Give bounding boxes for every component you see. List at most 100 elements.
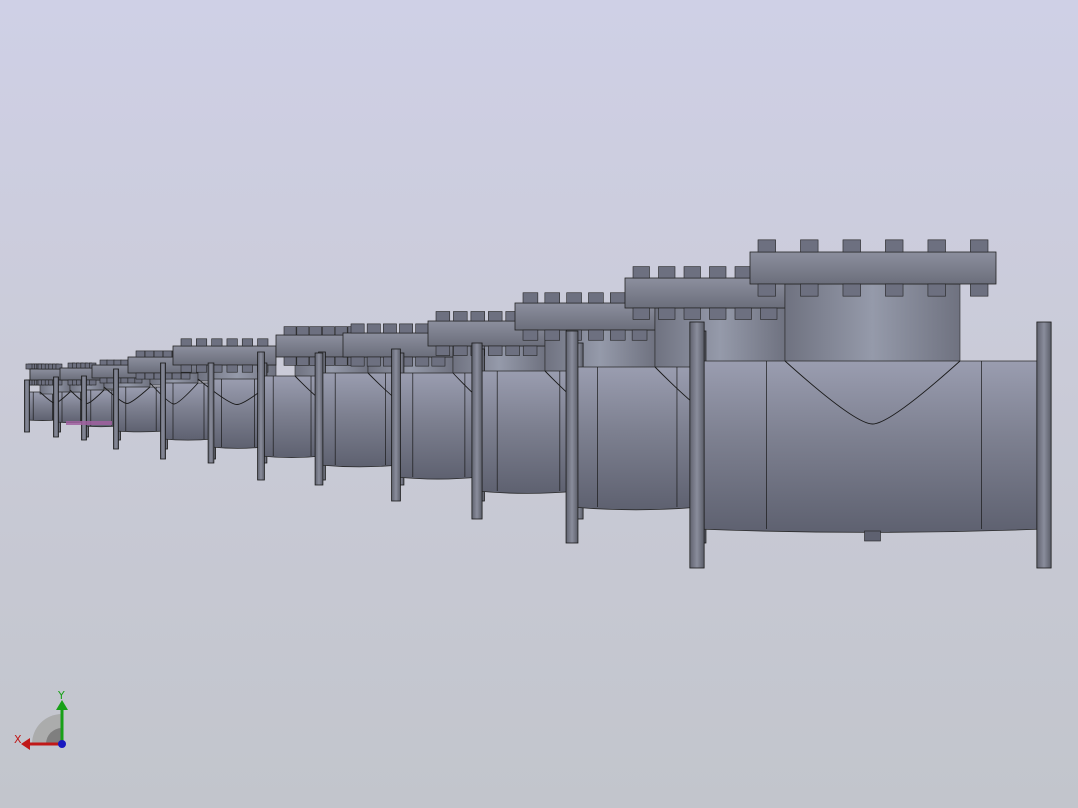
bolt-top[interactable] — [734, 266, 752, 279]
bolt-bottom[interactable] — [241, 364, 253, 373]
bolt-top[interactable] — [120, 359, 129, 366]
valve-body[interactable] — [571, 366, 701, 511]
bolt-top[interactable] — [113, 359, 122, 366]
bolt-bottom[interactable] — [180, 364, 192, 373]
inlet-flange[interactable] — [391, 348, 401, 502]
bolt-top[interactable] — [566, 292, 582, 304]
bolt-top[interactable] — [544, 292, 560, 304]
bolt-top[interactable] — [257, 338, 269, 347]
bolt-top[interactable] — [25, 363, 33, 370]
bolt-bottom[interactable] — [135, 372, 146, 380]
bolt-bottom[interactable] — [296, 356, 310, 366]
bolt-bottom[interactable] — [127, 377, 136, 384]
bolt-bottom[interactable] — [683, 307, 701, 320]
bolt-bottom[interactable] — [415, 356, 430, 367]
bolt-top[interactable] — [162, 350, 173, 358]
bolt-bottom[interactable] — [544, 329, 560, 341]
bolt-top[interactable] — [757, 239, 776, 253]
bolt-top[interactable] — [709, 266, 727, 279]
bolt-bottom[interactable] — [885, 283, 904, 297]
bolt-bottom[interactable] — [171, 372, 182, 380]
bolt-top[interactable] — [99, 359, 108, 366]
inlet-flange[interactable] — [53, 376, 59, 438]
bolt-top[interactable] — [632, 266, 650, 279]
graphics-viewport[interactable]: Y X — [0, 0, 1078, 808]
bolt-top[interactable] — [970, 239, 989, 253]
bolt-bottom[interactable] — [709, 307, 727, 320]
outlet-flange[interactable] — [1036, 321, 1052, 569]
inlet-flange[interactable] — [565, 330, 579, 544]
bolt-top[interactable] — [180, 338, 192, 347]
valve-body[interactable] — [318, 372, 401, 468]
bolt-top[interactable] — [144, 350, 155, 358]
bolt-bottom[interactable] — [334, 356, 348, 366]
bolt-bottom[interactable] — [196, 364, 208, 373]
bolt-bottom[interactable] — [366, 356, 381, 367]
bolt-top[interactable] — [470, 311, 485, 322]
bolt-top[interactable] — [309, 326, 322, 336]
bolt-top[interactable] — [415, 323, 430, 334]
bolt-bottom[interactable] — [970, 283, 989, 297]
bolt-bottom[interactable] — [757, 283, 776, 297]
bolt-bottom[interactable] — [505, 345, 520, 356]
model-view[interactable] — [0, 0, 1078, 808]
bolt-bottom[interactable] — [350, 356, 365, 367]
bolt-top[interactable] — [296, 326, 310, 336]
bolt-top[interactable] — [453, 311, 468, 322]
bolt-bottom[interactable] — [842, 283, 861, 297]
bolt-top[interactable] — [383, 323, 397, 334]
bolt-bottom[interactable] — [120, 377, 129, 384]
bolt-top[interactable] — [153, 350, 164, 358]
valve-body[interactable] — [210, 378, 265, 449]
bolt-top[interactable] — [610, 292, 626, 304]
bolt-bottom[interactable] — [522, 329, 539, 341]
bolt-top[interactable] — [106, 359, 115, 366]
bolt-bottom[interactable] — [226, 364, 238, 373]
bolt-top[interactable] — [588, 292, 604, 304]
valve-body[interactable] — [476, 370, 579, 494]
bolt-top[interactable] — [241, 338, 253, 347]
valve-body[interactable] — [395, 372, 481, 480]
bonnet-cover[interactable] — [749, 251, 997, 285]
bolt-bottom[interactable] — [180, 372, 191, 380]
bolt-bottom[interactable] — [588, 329, 604, 341]
bolt-bottom[interactable] — [734, 307, 752, 320]
bolt-top[interactable] — [322, 326, 335, 336]
bolt-top[interactable] — [800, 239, 819, 253]
bolt-top[interactable] — [399, 323, 413, 334]
bolt-top[interactable] — [196, 338, 208, 347]
bolt-bottom[interactable] — [522, 345, 538, 356]
bolt-bottom[interactable] — [99, 377, 108, 384]
bolt-bottom[interactable] — [144, 372, 155, 380]
bolt-bottom[interactable] — [927, 283, 946, 297]
bolt-top[interactable] — [885, 239, 904, 253]
inlet-flange[interactable] — [689, 321, 705, 569]
bolt-bottom[interactable] — [453, 345, 468, 356]
inlet-flange[interactable] — [257, 351, 265, 481]
valve-body[interactable] — [162, 382, 214, 441]
bolt-bottom[interactable] — [610, 329, 626, 341]
inlet-flange[interactable] — [160, 362, 166, 460]
inlet-flange[interactable] — [113, 368, 119, 450]
bolt-bottom[interactable] — [106, 377, 115, 384]
bolt-bottom[interactable] — [760, 307, 778, 320]
drain-boss[interactable] — [864, 530, 881, 542]
valve-body[interactable] — [260, 375, 323, 458]
bolt-bottom[interactable] — [632, 307, 650, 320]
bolt-bottom[interactable] — [283, 356, 297, 366]
bolt-top[interactable] — [927, 239, 946, 253]
bolt-top[interactable] — [842, 239, 861, 253]
bolt-bottom[interactable] — [800, 283, 819, 297]
valve-body[interactable] — [115, 386, 166, 433]
bolt-top[interactable] — [226, 338, 238, 347]
valve-body[interactable] — [696, 360, 1045, 533]
bolt-top[interactable] — [135, 350, 146, 358]
bolt-top[interactable] — [683, 266, 701, 279]
bolt-top[interactable] — [283, 326, 297, 336]
bolt-top[interactable] — [522, 292, 539, 304]
bolt-top[interactable] — [211, 338, 223, 347]
bolt-top[interactable] — [366, 323, 381, 334]
bolt-top[interactable] — [488, 311, 503, 322]
bolt-top[interactable] — [350, 323, 365, 334]
inlet-flange[interactable] — [207, 362, 215, 464]
